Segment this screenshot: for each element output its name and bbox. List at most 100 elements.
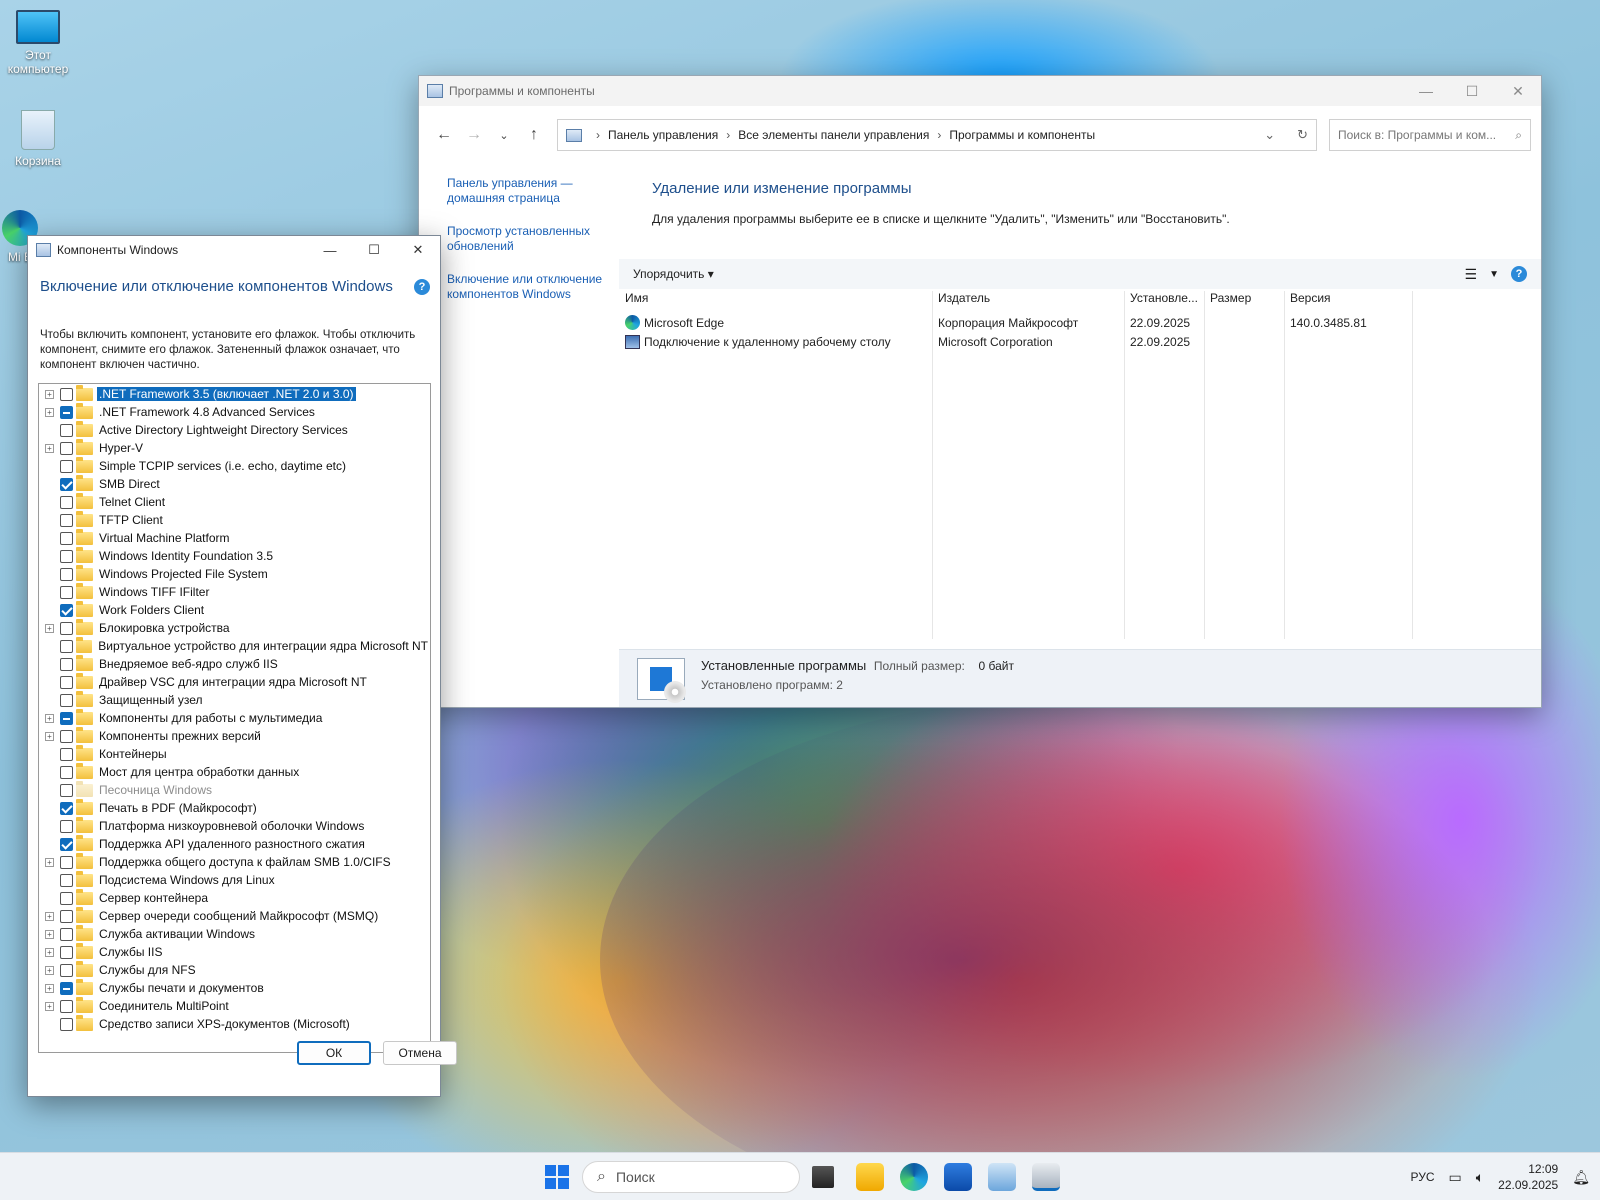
sidebar-link-windows-features[interactable]: Включение или отключение компонентов Win… xyxy=(447,272,607,302)
network-icon[interactable]: ▭ xyxy=(1449,1169,1462,1186)
expand-icon[interactable]: + xyxy=(45,623,54,633)
tree-item[interactable]: Work Folders Client xyxy=(39,600,430,619)
feature-checkbox[interactable] xyxy=(60,927,73,941)
feature-checkbox[interactable] xyxy=(60,1017,73,1031)
maximize-button[interactable]: ☐ xyxy=(352,236,396,264)
expand-icon[interactable]: + xyxy=(45,443,54,453)
sidebar-link-updates[interactable]: Просмотр установленных обновлений xyxy=(447,224,607,254)
edge-icon[interactable] xyxy=(900,1163,928,1191)
feature-checkbox[interactable] xyxy=(60,891,73,905)
tree-item[interactable]: + Компоненты прежних версий xyxy=(39,726,430,745)
tree-item[interactable]: Драйвер VSC для интеграции ядра Microsof… xyxy=(39,672,430,691)
expand-icon[interactable]: + xyxy=(45,947,54,957)
breadcrumb[interactable]: Программы и компоненты xyxy=(949,128,1095,142)
chevron-down-icon[interactable]: ⌄ xyxy=(1264,127,1275,143)
feature-checkbox[interactable] xyxy=(60,621,73,635)
feature-checkbox[interactable] xyxy=(60,855,73,869)
feature-checkbox[interactable] xyxy=(60,981,73,995)
feature-checkbox[interactable] xyxy=(60,783,73,797)
expand-icon[interactable]: + xyxy=(45,983,54,993)
volume-icon[interactable]: 🔈︎ xyxy=(1476,1169,1484,1186)
expand-icon[interactable]: + xyxy=(45,389,54,399)
maximize-button[interactable]: ☐ xyxy=(1449,76,1495,106)
tree-item[interactable]: Контейнеры xyxy=(39,744,430,763)
feature-checkbox[interactable] xyxy=(59,639,73,653)
expand-icon[interactable]: + xyxy=(45,911,54,921)
feature-checkbox[interactable] xyxy=(60,603,73,617)
tree-item[interactable]: + Компоненты для работы с мультимедиа xyxy=(39,708,430,727)
search-input[interactable]: Поиск в: Программы и ком... ⌕ xyxy=(1329,119,1531,151)
feature-checkbox[interactable] xyxy=(60,765,73,779)
feature-checkbox[interactable] xyxy=(60,405,73,419)
store-icon[interactable] xyxy=(944,1163,972,1191)
feature-checkbox[interactable] xyxy=(60,747,73,761)
feature-checkbox[interactable] xyxy=(60,477,73,491)
tree-item[interactable]: Защищенный узел xyxy=(39,690,430,709)
close-button[interactable]: ✕ xyxy=(1495,76,1541,106)
organize-button[interactable]: Упорядочить ▾ xyxy=(633,267,714,281)
feature-checkbox[interactable] xyxy=(60,675,73,689)
tree-item[interactable]: Windows Identity Foundation 3.5 xyxy=(39,546,430,565)
expand-icon[interactable]: + xyxy=(45,713,54,723)
feature-checkbox[interactable] xyxy=(60,585,73,599)
tree-item[interactable]: TFTP Client xyxy=(39,510,430,529)
expand-icon[interactable]: + xyxy=(45,731,54,741)
desktop-icon-recycle-bin[interactable]: Корзина xyxy=(0,110,76,168)
minimize-button[interactable]: — xyxy=(308,236,352,264)
feature-checkbox[interactable] xyxy=(60,567,73,581)
breadcrumb[interactable]: Панель управления xyxy=(608,128,718,142)
tree-item[interactable]: SMB Direct xyxy=(39,474,430,493)
tree-item[interactable]: + Hyper-V xyxy=(39,438,430,457)
sidebar-link-home[interactable]: Панель управления — домашняя страница xyxy=(447,176,607,206)
file-explorer-icon[interactable] xyxy=(856,1163,884,1191)
feature-checkbox[interactable] xyxy=(60,963,73,977)
breadcrumb[interactable]: Все элементы панели управления xyxy=(738,128,929,142)
feature-checkbox[interactable] xyxy=(60,531,73,545)
tree-item[interactable]: Virtual Machine Platform xyxy=(39,528,430,547)
feature-checkbox[interactable] xyxy=(60,999,73,1013)
tree-item[interactable]: + Службы для NFS xyxy=(39,960,430,979)
help-icon[interactable]: ? xyxy=(1511,266,1527,282)
forward-button[interactable]: → xyxy=(459,120,489,150)
tree-item[interactable]: Telnet Client xyxy=(39,492,430,511)
up-button[interactable]: ↑ xyxy=(519,120,549,150)
chevron-down-icon[interactable]: ▼ xyxy=(1489,269,1499,280)
column-header-publisher[interactable]: Издатель xyxy=(932,291,1124,313)
feature-checkbox[interactable] xyxy=(60,837,73,851)
feature-checkbox[interactable] xyxy=(60,549,73,563)
tree-item[interactable]: Simple TCPIP services (i.e. echo, daytim… xyxy=(39,456,430,475)
column-header-name[interactable]: Имя xyxy=(619,291,932,313)
tree-item[interactable]: + Поддержка общего доступа к файлам SMB 1… xyxy=(39,852,430,871)
tree-item[interactable]: Печать в PDF (Майкрософт) xyxy=(39,798,430,817)
language-indicator[interactable]: РУС xyxy=(1410,1170,1434,1184)
view-options-icon[interactable]: ☰ xyxy=(1465,266,1478,283)
feature-checkbox[interactable] xyxy=(60,711,73,725)
tree-item[interactable]: Платформа низкоуровневой оболочки Window… xyxy=(39,816,430,835)
feature-checkbox[interactable] xyxy=(60,873,73,887)
feature-checkbox[interactable] xyxy=(60,819,73,833)
tree-item[interactable]: Windows TIFF IFilter xyxy=(39,582,430,601)
feature-checkbox[interactable] xyxy=(60,693,73,707)
tree-item[interactable]: + Службы IIS xyxy=(39,942,430,961)
column-header-installed[interactable]: Установле... xyxy=(1124,291,1204,313)
expand-icon[interactable]: + xyxy=(45,929,54,939)
help-icon[interactable]: ? xyxy=(414,279,430,295)
minimize-button[interactable]: — xyxy=(1403,76,1449,106)
tree-item[interactable]: Средство записи XPS-документов (Microsof… xyxy=(39,1014,430,1033)
expand-icon[interactable]: + xyxy=(45,857,54,867)
control-panel-icon[interactable] xyxy=(988,1163,1016,1191)
feature-checkbox[interactable] xyxy=(60,657,73,671)
feature-checkbox[interactable] xyxy=(60,729,73,743)
feature-checkbox[interactable] xyxy=(60,441,73,455)
tree-item[interactable]: Сервер контейнера xyxy=(39,888,430,907)
feature-checkbox[interactable] xyxy=(60,801,73,815)
tree-item[interactable]: Active Directory Lightweight Directory S… xyxy=(39,420,430,439)
tree-item[interactable]: + Служба активации Windows xyxy=(39,924,430,943)
tree-item[interactable]: Подсистема Windows для Linux xyxy=(39,870,430,889)
taskbar-search[interactable]: ⌕ Поиск xyxy=(582,1161,800,1193)
table-row[interactable]: Подключение к удаленному рабочему столу … xyxy=(619,332,1541,351)
tree-item[interactable]: + .NET Framework 3.5 (включает .NET 2.0 и… xyxy=(39,384,430,403)
tree-item[interactable]: + .NET Framework 4.8 Advanced Services xyxy=(39,402,430,421)
tree-item[interactable]: Windows Projected File System xyxy=(39,564,430,583)
feature-checkbox[interactable] xyxy=(60,495,73,509)
